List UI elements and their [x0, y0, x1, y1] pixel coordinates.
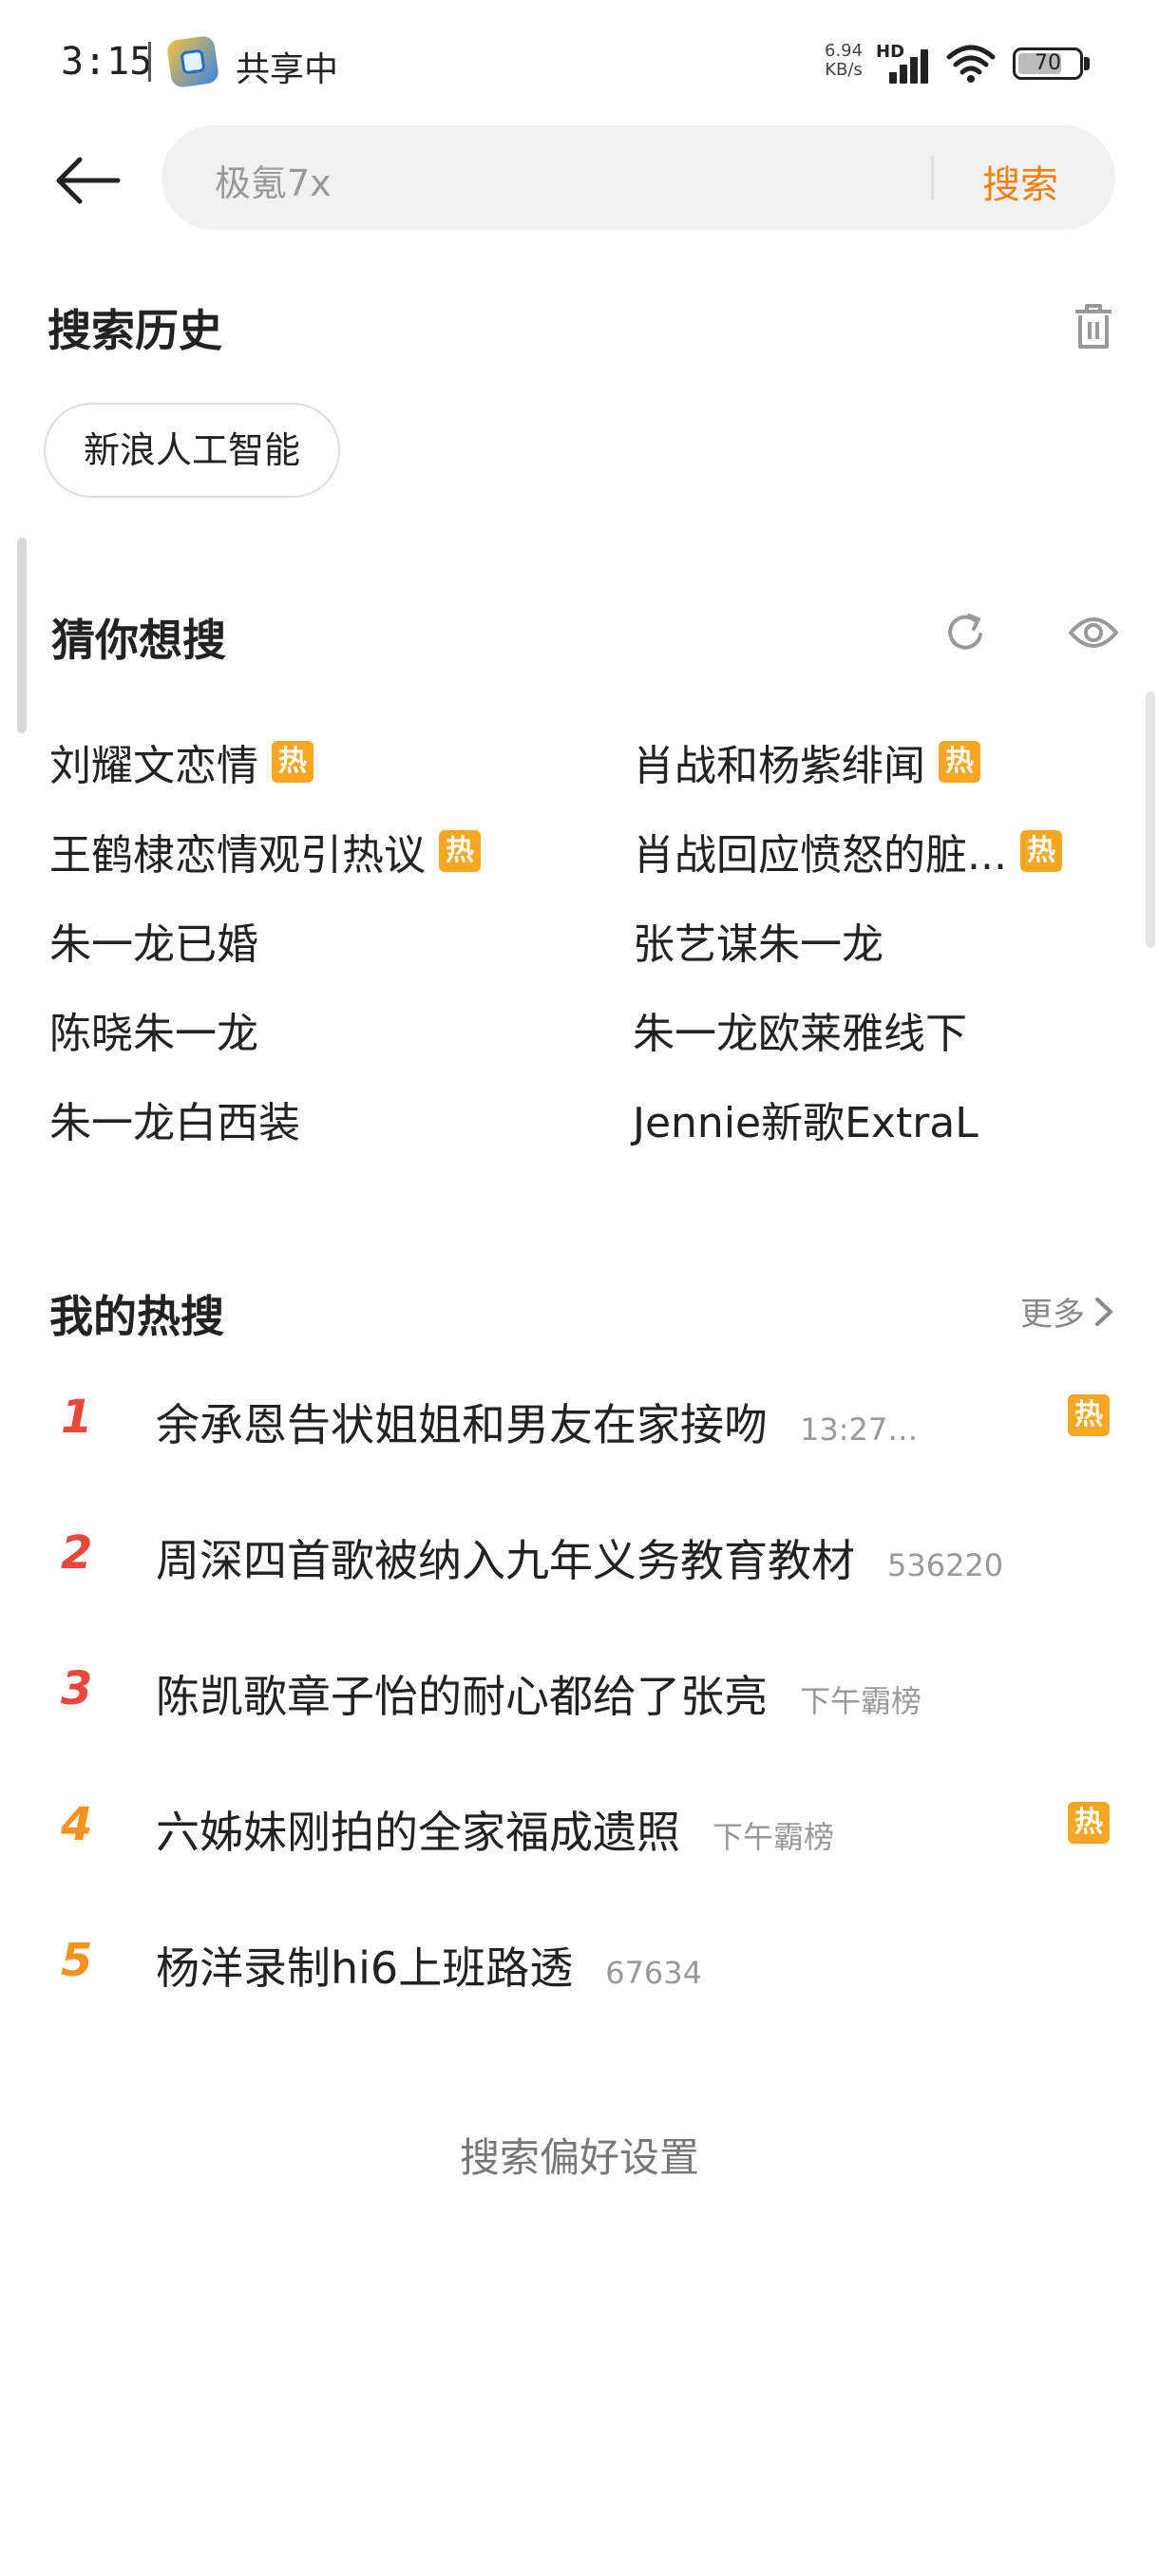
search-divider — [931, 156, 934, 199]
refresh-icon[interactable] — [940, 608, 990, 657]
search-button[interactable]: 搜索 — [982, 154, 1058, 209]
guess-item-label: 朱一龙已婚 — [49, 920, 258, 969]
hot-search-meta: 下午霸榜 — [712, 1819, 835, 1855]
guess-item[interactable]: 肖战和杨紫绯闻 热 — [633, 731, 980, 792]
sharing-app-icon — [165, 34, 220, 89]
hot-search-row[interactable]: 2 周深四首歌被纳入九年义务教育教材 536220 — [0, 1504, 1159, 1599]
rank-number: 1 — [61, 1391, 93, 1444]
search-placeholder: 极氪7x — [215, 162, 332, 204]
rank-number: 2 — [61, 1526, 93, 1580]
hot-search-item: 六姊妹刚拍的全家福成遗照 下午霸榜 — [156, 1798, 834, 1861]
hot-badge: 热 — [1068, 1802, 1110, 1844]
guess-item[interactable]: 朱一龙已婚 — [49, 910, 258, 971]
trash-icon[interactable] — [1072, 302, 1115, 351]
hot-search-text: 六姊妹刚拍的全家福成遗照 — [156, 1807, 680, 1858]
hot-badge: 热 — [939, 741, 980, 783]
guess-item[interactable]: 陈晓朱一龙 — [49, 999, 258, 1060]
rank-number: 5 — [61, 1934, 93, 1987]
hot-search-meta: 536220 — [887, 1547, 1004, 1583]
rank-number: 4 — [61, 1798, 93, 1851]
hot-search-meta: 下午霸榜 — [800, 1683, 922, 1719]
status-time: 3:15 — [61, 40, 153, 84]
hot-search-text: 余承恩告状姐姐和男友在家接吻 — [156, 1399, 768, 1450]
guess-item-label: 肖战回应愤怒的脏... — [633, 831, 1007, 880]
guess-item[interactable]: 肖战回应愤怒的脏... 热 — [633, 821, 1062, 881]
hot-search-item: 杨洋录制hi6上班路透 67634 — [156, 1934, 702, 1997]
hot-search-row[interactable]: 4 六姊妹刚拍的全家福成遗照 下午霸榜 热 — [0, 1775, 1159, 1870]
hot-badge: 热 — [1019, 830, 1062, 872]
guess-item-label: 朱一龙欧莱雅线下 — [633, 1010, 967, 1058]
hot-badge: 热 — [1068, 1394, 1110, 1436]
battery-icon: 70 — [1013, 47, 1083, 80]
scroll-indicator-left — [17, 538, 27, 733]
back-arrow-icon[interactable] — [49, 142, 125, 218]
hot-search-meta: 67634 — [605, 1955, 702, 1991]
search-history-title: 搜索历史 — [48, 305, 222, 356]
status-separator — [148, 42, 151, 82]
signal-icon — [882, 46, 931, 84]
network-speed-value: 6.94 — [825, 41, 864, 61]
hot-search-meta: 13:27… — [800, 1411, 919, 1448]
hot-search-item: 周深四首歌被纳入九年义务教育教材 536220 — [156, 1526, 1003, 1589]
hot-search-item: 余承恩告状姐姐和男友在家接吻 13:27… — [156, 1391, 918, 1453]
search-preference-link[interactable]: 搜索偏好设置 — [0, 2126, 1159, 2184]
guess-item[interactable]: Jennie新歌ExtraL — [633, 1089, 978, 1149]
rank-number: 3 — [61, 1662, 93, 1715]
hot-badge: 热 — [439, 830, 481, 872]
battery-level: 70 — [1035, 51, 1061, 75]
guess-item[interactable]: 张艺谋朱一龙 — [633, 910, 884, 971]
chevron-right-icon — [1095, 1297, 1112, 1326]
hot-search-text: 杨洋录制hi6上班路透 — [156, 1942, 574, 1994]
scrollbar[interactable] — [1146, 691, 1155, 948]
guess-title: 猜你想搜 — [51, 615, 226, 666]
hot-search-text: 陈凯歌章子怡的耐心都给了张亮 — [156, 1671, 768, 1722]
hot-search-item: 陈凯歌章子怡的耐心都给了张亮 下午霸榜 — [156, 1662, 922, 1725]
guess-item-label: 刘耀文恋情 — [49, 742, 258, 790]
sharing-status: 共享中 — [236, 50, 339, 89]
guess-item[interactable]: 朱一龙欧莱雅线下 — [633, 999, 967, 1060]
hot-badge: 热 — [272, 741, 314, 783]
wifi-icon — [946, 45, 996, 83]
hot-search-row[interactable]: 3 陈凯歌章子怡的耐心都给了张亮 下午霸榜 — [0, 1639, 1159, 1734]
eye-icon[interactable] — [1068, 612, 1119, 653]
network-speed: 6.94 KB/s — [825, 42, 863, 80]
history-chip[interactable]: 新浪人工智能 — [44, 403, 341, 498]
guess-item-label: 肖战和杨紫绯闻 — [633, 742, 925, 790]
more-label: 更多 — [1020, 1296, 1085, 1334]
more-link[interactable]: 更多 — [1020, 1288, 1115, 1335]
hot-search-text: 周深四首歌被纳入九年义务教育教材 — [156, 1535, 855, 1586]
guess-item-label: 张艺谋朱一龙 — [633, 920, 884, 969]
hot-search-row[interactable]: 1 余承恩告状姐姐和男友在家接吻 13:27… 热 — [0, 1368, 1159, 1463]
guess-item-label: 陈晓朱一龙 — [49, 1010, 258, 1058]
guess-item[interactable]: 刘耀文恋情 热 — [49, 731, 314, 792]
guess-item-label: 朱一龙白西装 — [49, 1099, 300, 1147]
battery-tip — [1084, 57, 1090, 70]
hot-search-row[interactable]: 5 杨洋录制hi6上班路透 67634 — [0, 1911, 1159, 2006]
my-hot-title: 我的热搜 — [49, 1291, 224, 1342]
guess-item-label: 王鹤棣恋情观引热议 — [49, 831, 426, 880]
network-speed-unit: KB/s — [825, 60, 863, 80]
guess-item[interactable]: 朱一龙白西装 — [49, 1089, 300, 1149]
guess-item[interactable]: 王鹤棣恋情观引热议 热 — [49, 821, 481, 881]
guess-item-label: Jennie新歌ExtraL — [633, 1099, 978, 1147]
